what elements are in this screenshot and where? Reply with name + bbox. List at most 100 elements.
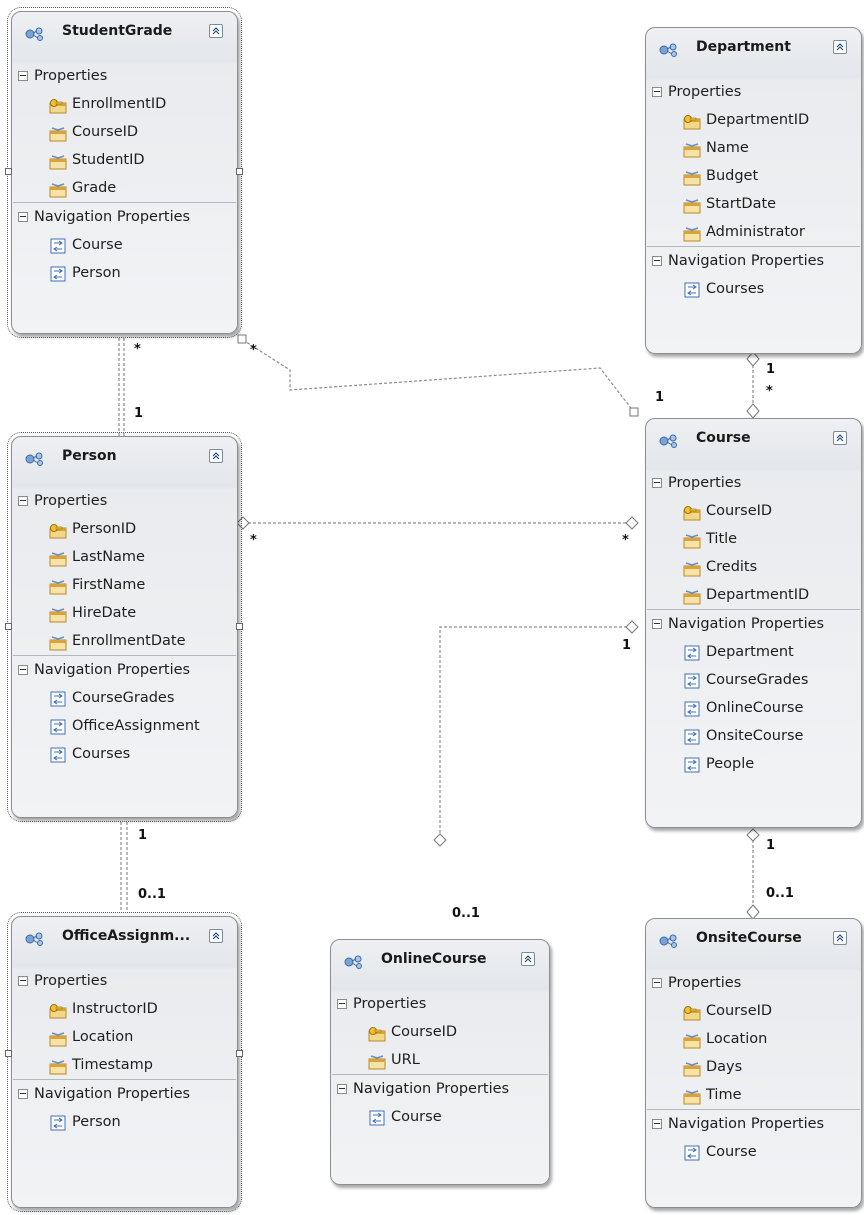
collapse-chevron-icon[interactable] [521,952,535,966]
property-item[interactable]: LastName [12,543,237,571]
collapse-minus-icon[interactable] [652,978,662,988]
collapse-minus-icon[interactable] [18,976,28,986]
property-item[interactable]: Budget [646,162,861,190]
entity-header[interactable]: Course [646,419,861,469]
navigation-property-item[interactable]: OnlineCourse [646,694,861,722]
collapse-chevron-icon[interactable] [209,24,223,38]
properties-section-header[interactable]: Properties [12,62,237,90]
connector-person-officeassignment[interactable] [120,822,128,912]
navigation-property-item[interactable]: CourseGrades [12,684,237,712]
collapse-minus-icon[interactable] [652,478,662,488]
property-item[interactable]: Grade [12,174,237,202]
entity-course[interactable]: Course Properties CourseID Title Credits Depa… [645,418,862,828]
property-item[interactable]: Timestamp [12,1051,237,1079]
connector-studentgrade-person[interactable] [118,338,125,436]
navigation-property-item[interactable]: Courses [646,275,861,303]
entity-header[interactable]: OnlineCourse [331,940,549,990]
navigation-property-item[interactable]: Department [646,638,861,666]
collapse-minus-icon[interactable] [18,496,28,506]
properties-section-header[interactable]: Properties [12,967,237,995]
navigation-section-header[interactable]: Navigation Properties [12,1080,237,1108]
navigation-property-item[interactable]: Person [12,1108,237,1136]
collapse-minus-icon[interactable] [652,1119,662,1129]
entity-onsitecourse[interactable]: OnsiteCourse Properties CourseID Location Da… [645,918,862,1208]
entity-officeassignment[interactable]: OfficeAssignm... Properties InstructorID Lo… [7,912,242,1212]
entity-header[interactable]: Department [646,28,861,78]
properties-section-header[interactable]: Properties [646,78,861,106]
navigation-property-item[interactable]: OnsiteCourse [646,722,861,750]
entity-header[interactable]: Person [12,437,237,487]
collapse-chevron-icon[interactable] [833,40,847,54]
connector-course-onlinecourse[interactable] [439,626,632,840]
property-item[interactable]: Time [646,1081,861,1109]
collapse-minus-icon[interactable] [18,1089,28,1099]
property-item[interactable]: EnrollmentDate [12,627,237,655]
property-item[interactable]: FirstName [12,571,237,599]
collapse-minus-icon[interactable] [18,212,28,222]
navigation-property-item[interactable]: Person [12,259,237,287]
property-item[interactable]: StartDate [646,190,861,218]
collapse-minus-icon[interactable] [337,1084,347,1094]
resize-handle[interactable] [236,623,243,630]
collapse-chevron-icon[interactable] [833,431,847,445]
property-item[interactable]: Days [646,1053,861,1081]
properties-section-header[interactable]: Properties [331,990,549,1018]
navigation-section-header[interactable]: Navigation Properties [12,203,237,231]
navigation-property-item[interactable]: Course [12,231,237,259]
entity-header[interactable]: OnsiteCourse [646,919,861,969]
property-item[interactable]: Title [646,525,861,553]
properties-section-header[interactable]: Properties [646,469,861,497]
collapse-minus-icon[interactable] [18,665,28,675]
property-item[interactable]: Administrator [646,218,861,246]
collapse-minus-icon[interactable] [652,619,662,629]
navigation-property-item[interactable]: OfficeAssignment [12,712,237,740]
property-item[interactable]: InstructorID [12,995,237,1023]
properties-section-header[interactable]: Properties [646,969,861,997]
property-item[interactable]: DepartmentID [646,106,861,134]
collapse-chevron-icon[interactable] [833,931,847,945]
navigation-section-header[interactable]: Navigation Properties [646,247,861,275]
navigation-property-item[interactable]: People [646,750,861,778]
entity-studentgrade[interactable]: StudentGrade Properties EnrollmentID Course… [7,7,242,338]
entity-header[interactable]: OfficeAssignm... [12,917,237,967]
properties-section-header[interactable]: Properties [12,487,237,515]
property-item[interactable]: CourseID [12,118,237,146]
resize-handle[interactable] [5,623,12,630]
resize-handle[interactable] [236,1050,243,1057]
property-item[interactable]: URL [331,1046,549,1074]
entity-onlinecourse[interactable]: OnlineCourse Properties CourseID URL Navigat… [330,939,550,1185]
property-item[interactable]: HireDate [12,599,237,627]
navigation-property-item[interactable]: CourseGrades [646,666,861,694]
collapse-chevron-icon[interactable] [209,929,223,943]
collapse-minus-icon[interactable] [337,999,347,1009]
resize-handle[interactable] [5,1050,12,1057]
connector-studentgrade-course[interactable] [242,339,635,413]
property-item[interactable]: DepartmentID [646,581,861,609]
resize-handle[interactable] [236,168,243,175]
property-item[interactable]: StudentID [12,146,237,174]
collapse-minus-icon[interactable] [652,87,662,97]
property-item[interactable]: PersonID [12,515,237,543]
property-item[interactable]: CourseID [646,997,861,1025]
navigation-property-item[interactable]: Course [646,1138,861,1166]
property-item[interactable]: CourseID [331,1018,549,1046]
property-item[interactable]: Credits [646,553,861,581]
navigation-section-header[interactable]: Navigation Properties [646,610,861,638]
navigation-section-header[interactable]: Navigation Properties [646,1110,861,1138]
navigation-property-item[interactable]: Course [331,1103,549,1131]
property-item[interactable]: Location [12,1023,237,1051]
collapse-chevron-icon[interactable] [209,449,223,463]
property-item[interactable]: CourseID [646,497,861,525]
resize-handle[interactable] [5,168,12,175]
navigation-section-header[interactable]: Navigation Properties [331,1075,549,1103]
property-item[interactable]: EnrollmentID [12,90,237,118]
navigation-property-item[interactable]: Courses [12,740,237,768]
collapse-minus-icon[interactable] [18,71,28,81]
entity-person[interactable]: Person Properties PersonID LastName FirstNam… [7,432,242,822]
entity-header[interactable]: StudentGrade [12,12,237,62]
property-item[interactable]: Name [646,134,861,162]
navigation-section-header[interactable]: Navigation Properties [12,656,237,684]
collapse-minus-icon[interactable] [652,256,662,266]
property-item[interactable]: Location [646,1025,861,1053]
entity-department[interactable]: Department Properties DepartmentID Name Budg… [645,27,862,354]
